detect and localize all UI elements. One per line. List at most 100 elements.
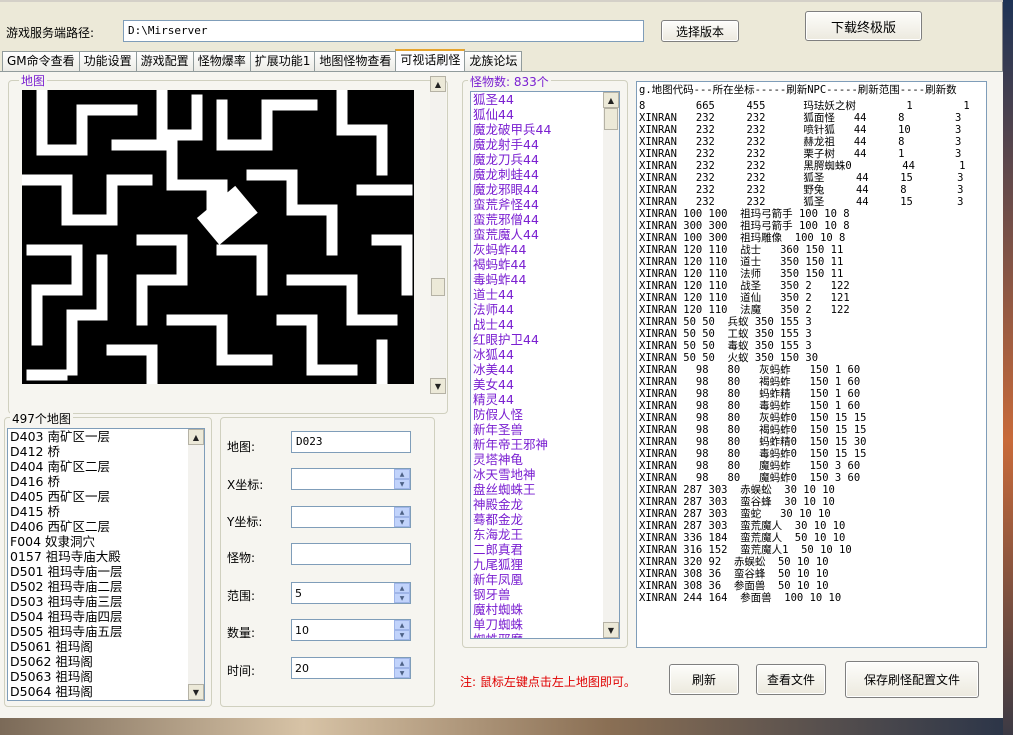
monster-list-item[interactable]: 冰美44 <box>471 362 619 377</box>
map-list-item[interactable]: D502 祖玛寺庙二层 <box>8 579 204 594</box>
monster-list-item[interactable]: 狐圣44 <box>471 92 619 107</box>
scroll-up-icon[interactable]: ▲ <box>603 92 619 108</box>
monster-list-item[interactable]: 红眼护卫44 <box>471 332 619 347</box>
monster-list-item[interactable]: 魔龙破甲兵44 <box>471 122 619 137</box>
tab-3[interactable]: 怪物爆率 <box>192 51 251 71</box>
monster-list-item[interactable]: 新年圣兽 <box>471 422 619 437</box>
monster-list-item[interactable]: 冰天雪地神 <box>471 467 619 482</box>
monster-list-item[interactable]: 毒蚂蚱44 <box>471 272 619 287</box>
monster-list-item[interactable]: 蛮荒魔人44 <box>471 227 619 242</box>
select-version-button[interactable]: 选择版本 <box>661 20 739 42</box>
map-list-item[interactable]: D501 祖玛寺庙一层 <box>8 564 204 579</box>
monster-list-item[interactable]: 魔村蜘蛛 <box>471 602 619 617</box>
map-list-item[interactable]: D406 西矿区二层 <box>8 519 204 534</box>
map-list-item[interactable]: D5062 祖玛阁 <box>8 654 204 669</box>
map-list-item[interactable]: D403 南矿区一层 <box>8 429 204 444</box>
y-stepper[interactable]: ▲ ▼ <box>291 506 411 528</box>
monster-list-item[interactable]: 魔龙刀兵44 <box>471 152 619 167</box>
monster-list-item[interactable]: 魔龙射手44 <box>471 137 619 152</box>
monster-list-item[interactable]: 法师44 <box>471 302 619 317</box>
map-list-item[interactable]: D505 祖玛寺庙五层 <box>8 624 204 639</box>
monster-list-item[interactable]: 灰蚂蚱44 <box>471 242 619 257</box>
map-field[interactable]: D023 <box>291 431 411 453</box>
map-list-item[interactable]: D5064 祖玛阁 <box>8 684 204 699</box>
stepper-down-icon[interactable]: ▼ <box>394 479 410 489</box>
scroll-down-icon[interactable]: ▼ <box>603 622 619 638</box>
scroll-down-icon[interactable]: ▼ <box>430 378 446 394</box>
monster-list-item[interactable]: 单刀蜘蛛 <box>471 617 619 632</box>
stepper-up-icon[interactable]: ▲ <box>394 469 410 479</box>
x-stepper[interactable]: ▲ ▼ <box>291 468 411 490</box>
time-stepper[interactable]: 20 ▲ ▼ <box>291 657 411 679</box>
stepper-down-icon[interactable]: ▼ <box>394 668 410 678</box>
map-scrollbar[interactable]: ▲ ▼ <box>430 76 446 394</box>
scroll-thumb[interactable] <box>431 278 445 296</box>
map-list-item[interactable]: 0157 祖玛寺庙大殿 <box>8 549 204 564</box>
monsters-list[interactable]: 狐圣44 狐仙44 魔龙破甲兵44 魔龙射手44 魔龙刀兵44 魔龙刺蛙44 魔龙邪眼44 蛮… <box>470 91 620 639</box>
tab-5[interactable]: 地图怪物查看 <box>314 51 397 71</box>
map-list-item[interactable]: D412 桥 <box>8 444 204 459</box>
maps-scrollbar[interactable]: ▲ ▼ <box>188 429 204 700</box>
monster-list-item[interactable]: 盘丝蜘蛛王 <box>471 482 619 497</box>
stepper-down-icon[interactable]: ▼ <box>394 593 410 603</box>
map-list-item[interactable]: D5061 祖玛阁 <box>8 639 204 654</box>
map-canvas[interactable] <box>22 90 414 384</box>
scroll-up-icon[interactable]: ▲ <box>430 76 446 92</box>
map-list-item[interactable]: F004 奴隶洞穴 <box>8 534 204 549</box>
monster-list-item[interactable]: 钢牙兽 <box>471 587 619 602</box>
save-config-button[interactable]: 保存刷怪配置文件 <box>845 661 979 698</box>
maps-list[interactable]: D403 南矿区一层 D412 桥 D404 南矿区二层 D416 桥 D405 西矿区… <box>7 428 205 701</box>
monster-list-item[interactable]: 美女44 <box>471 377 619 392</box>
stepper-down-icon[interactable]: ▼ <box>394 630 410 640</box>
monster-list-item[interactable]: 九尾狐狸 <box>471 557 619 572</box>
monster-list-item[interactable]: 道士44 <box>471 287 619 302</box>
scroll-thumb[interactable] <box>604 108 618 130</box>
map-list-item[interactable]: D503 祖玛寺庙三层 <box>8 594 204 609</box>
range-stepper[interactable]: 5 ▲ ▼ <box>291 582 411 604</box>
monster-list-item[interactable]: 冰狐44 <box>471 347 619 362</box>
config-textarea[interactable]: g.地图代码---所在坐标-----刷新NPC-----刷新范围----刷新数 … <box>636 81 987 648</box>
map-list-item[interactable]: D405 西矿区一层 <box>8 489 204 504</box>
view-file-button[interactable]: 查看文件 <box>756 664 826 695</box>
stepper-down-icon[interactable]: ▼ <box>394 517 410 527</box>
tab-4[interactable]: 扩展功能1 <box>249 51 316 71</box>
map-list-item[interactable]: D5063 祖玛阁 <box>8 669 204 684</box>
monster-list-item[interactable]: 蓦都金龙 <box>471 512 619 527</box>
download-button[interactable]: 下载终极版 <box>805 11 922 41</box>
refresh-button[interactable]: 刷新 <box>669 664 739 695</box>
monster-list-item[interactable]: 新年凤凰 <box>471 572 619 587</box>
tab-2[interactable]: 游戏配置 <box>135 51 194 71</box>
tab-1[interactable]: 功能设置 <box>78 51 137 71</box>
monster-list-item[interactable]: 灵塔神龟 <box>471 452 619 467</box>
monster-list-item[interactable]: 蛮荒斧怪44 <box>471 197 619 212</box>
monsters-scrollbar[interactable]: ▲ ▼ <box>603 92 619 638</box>
monster-list-item[interactable]: 蛮荒邪僧44 <box>471 212 619 227</box>
scroll-down-icon[interactable]: ▼ <box>188 684 204 700</box>
monster-list-item[interactable]: 精灵44 <box>471 392 619 407</box>
monster-list-item[interactable]: 防假人怪 <box>471 407 619 422</box>
count-stepper[interactable]: 10 ▲ ▼ <box>291 619 411 641</box>
tab-6[interactable]: 可视话刷怪 <box>395 49 466 71</box>
map-list-item[interactable]: D504 祖玛寺庙四层 <box>8 609 204 624</box>
map-list-item[interactable]: D416 桥 <box>8 474 204 489</box>
monster-list-item[interactable]: 魔龙刺蛙44 <box>471 167 619 182</box>
stepper-up-icon[interactable]: ▲ <box>394 658 410 668</box>
scroll-up-icon[interactable]: ▲ <box>188 429 204 445</box>
monster-list-item[interactable]: 蜘蛛邪魔 <box>471 632 619 638</box>
monster-field[interactable] <box>291 543 411 565</box>
path-input[interactable]: D:\Mirserver <box>123 20 644 42</box>
monster-list-item[interactable]: 魔龙邪眼44 <box>471 182 619 197</box>
monster-list-item[interactable]: 东海龙王 <box>471 527 619 542</box>
map-list-item[interactable]: D404 南矿区二层 <box>8 459 204 474</box>
stepper-up-icon[interactable]: ▲ <box>394 583 410 593</box>
monster-list-item[interactable]: 神殿金龙 <box>471 497 619 512</box>
monster-list-item[interactable]: 狐仙44 <box>471 107 619 122</box>
tab-0[interactable]: GM命令查看 <box>2 51 80 71</box>
monster-list-item[interactable]: 褐蚂蚱44 <box>471 257 619 272</box>
monster-list-item[interactable]: 新年帝王邪神 <box>471 437 619 452</box>
map-list-item[interactable]: D415 桥 <box>8 504 204 519</box>
monster-list-item[interactable]: 战士44 <box>471 317 619 332</box>
stepper-up-icon[interactable]: ▲ <box>394 507 410 517</box>
tab-7[interactable]: 龙族论坛 <box>464 51 523 71</box>
monster-list-item[interactable]: 二郎真君 <box>471 542 619 557</box>
